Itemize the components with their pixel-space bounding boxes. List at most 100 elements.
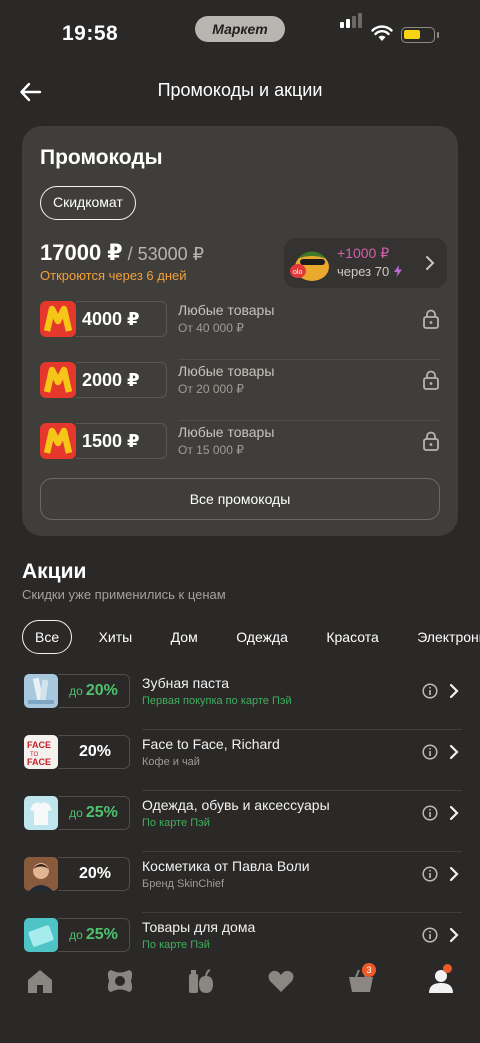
profile-notification-dot	[443, 964, 452, 973]
action-name: Зубная паста	[142, 675, 230, 691]
discount-badge: 20%	[58, 735, 130, 769]
coupon-subtitle: От 40 000 ₽	[178, 321, 244, 335]
discount-value: 20%	[78, 865, 112, 882]
info-icon[interactable]	[422, 683, 438, 699]
action-name: Товары для дома	[142, 919, 256, 935]
action-subtitle: Первая покупка по карте Пэй	[142, 695, 292, 707]
market-logo-icon	[40, 301, 76, 337]
coupon-value: 2000 ₽	[76, 362, 167, 398]
bonus-amount: +1000 ₽	[337, 245, 390, 261]
discount-prefix: до	[69, 806, 83, 820]
lock-icon	[423, 431, 439, 451]
coupon-row[interactable]: 2000 ₽ Любые товары От 20 000 ₽	[40, 360, 440, 421]
lock-icon	[423, 370, 439, 390]
action-name: Face to Face, Richard	[142, 736, 280, 752]
catalog-icon[interactable]	[105, 966, 135, 996]
bonus-after-text: через 70	[337, 264, 390, 279]
coupon-title: Любые товары	[178, 302, 275, 318]
tab-all[interactable]: Все	[22, 620, 73, 654]
food-icon[interactable]	[186, 966, 216, 996]
page-title: Промокоды и акции	[157, 80, 323, 100]
action-row[interactable]: 20% Косметика от Павла Воли Бренд SkinCh…	[22, 852, 462, 913]
coupon-row[interactable]: 1500 ₽ Любые товары От 15 000 ₽	[40, 421, 440, 482]
action-row[interactable]: FACE TO FACE 20% Face to Face, Richard Коф…	[22, 730, 462, 791]
home-icon[interactable]	[25, 966, 55, 996]
action-name: Одежда, обувь и аксессуары	[142, 797, 330, 813]
discount-badge: до 25%	[58, 918, 130, 952]
cart-badge: 3	[362, 963, 376, 977]
promo-amount: 17000 ₽	[40, 240, 123, 265]
coupon-row[interactable]: 4000 ₽ Любые товары От 40 000 ₽	[40, 299, 440, 360]
chevron-right-icon[interactable]	[448, 866, 460, 882]
clothes-thumb	[24, 796, 58, 830]
lightning-icon	[393, 265, 402, 277]
svg-text:FACE: FACE	[27, 757, 51, 767]
favorites-icon[interactable]	[266, 966, 296, 996]
action-subtitle: Бренд SkinChief	[142, 878, 225, 890]
chevron-right-icon[interactable]	[448, 744, 460, 760]
bottom-nav: 3	[0, 955, 480, 1043]
action-subtitle: По карте Пэй	[142, 817, 210, 829]
promocodes-title: Промокоды	[40, 146, 163, 169]
coupon-title: Любые товары	[178, 424, 275, 440]
battery-icon	[401, 27, 439, 43]
discount-badge: 20%	[58, 857, 130, 891]
chevron-right-icon	[426, 256, 435, 270]
tab-hits[interactable]: Хиты	[87, 621, 145, 655]
skidkomat-chip[interactable]: Скидкомат	[40, 186, 136, 220]
info-icon[interactable]	[422, 744, 438, 760]
market-logo-icon	[40, 423, 76, 459]
bonus-after: через 70	[337, 264, 403, 279]
tab-electronics[interactable]: Электроника	[405, 621, 480, 655]
mascot-icon: olo	[290, 251, 329, 281]
action-row[interactable]: до 20% Зубная паста Первая покупка по кар…	[22, 669, 462, 730]
coupon-subtitle: От 20 000 ₽	[178, 382, 244, 396]
promocodes-card: Промокоды Скидкомат 17000 ₽ / 53000 ₽ От…	[22, 126, 458, 536]
action-subtitle: Кофе и чай	[142, 756, 200, 768]
chevron-right-icon[interactable]	[448, 805, 460, 821]
status-bar: 19:58 Маркет	[0, 0, 480, 70]
coupon-subtitle: От 15 000 ₽	[178, 443, 244, 457]
coupon-value: 1500 ₽	[76, 423, 167, 459]
chevron-right-icon[interactable]	[448, 927, 460, 943]
lock-icon	[423, 309, 439, 329]
status-time: 19:58	[62, 22, 119, 45]
info-icon[interactable]	[422, 866, 438, 882]
svg-text:olo: olo	[293, 269, 302, 276]
discount-value: 20%	[78, 743, 112, 760]
discount-badge: до 25%	[58, 796, 130, 830]
svg-text:FACE: FACE	[27, 740, 51, 750]
chevron-right-icon[interactable]	[448, 683, 460, 699]
actions-title: Акции	[22, 560, 87, 583]
home-goods-thumb	[24, 918, 58, 952]
coupon-title: Любые товары	[178, 363, 275, 379]
action-name: Косметика от Павла Воли	[142, 858, 310, 874]
action-row[interactable]: до 25% Одежда, обувь и аксессуары По карт…	[22, 791, 462, 852]
discount-prefix: до	[69, 684, 83, 698]
discount-prefix: до	[69, 928, 83, 942]
wifi-icon	[371, 25, 393, 41]
all-promocodes-button[interactable]: Все промокоды	[40, 478, 440, 520]
promo-total: / 53000 ₽	[122, 244, 205, 264]
action-subtitle: По карте Пэй	[142, 939, 210, 951]
info-icon[interactable]	[422, 805, 438, 821]
discount-value: 25%	[85, 926, 118, 943]
market-logo-icon	[40, 362, 76, 398]
coupon-value: 4000 ₽	[76, 301, 167, 337]
discount-value: 20%	[85, 682, 118, 699]
person-thumb	[24, 857, 58, 891]
facetoface-thumb: FACE TO FACE	[24, 735, 58, 769]
tab-beauty[interactable]: Красота	[314, 621, 390, 655]
promo-sum: 17000 ₽ / 53000 ₽	[40, 240, 204, 266]
actions-subtitle: Скидки уже применились к ценам	[22, 587, 226, 602]
app-pill: Маркет	[195, 16, 285, 42]
promo-unlock-note: Откроются через 6 дней	[40, 268, 187, 283]
discount-value: 25%	[85, 804, 118, 821]
tab-home[interactable]: Дом	[159, 621, 210, 655]
tab-clothes[interactable]: Одежда	[224, 621, 300, 655]
info-icon[interactable]	[422, 927, 438, 943]
bonus-button[interactable]: olo +1000 ₽ через 70	[284, 238, 447, 288]
category-tabs: Все Хиты Дом Одежда Красота Электроника	[22, 620, 480, 656]
discount-badge: до 20%	[58, 674, 130, 708]
toothpaste-thumb	[24, 674, 58, 708]
